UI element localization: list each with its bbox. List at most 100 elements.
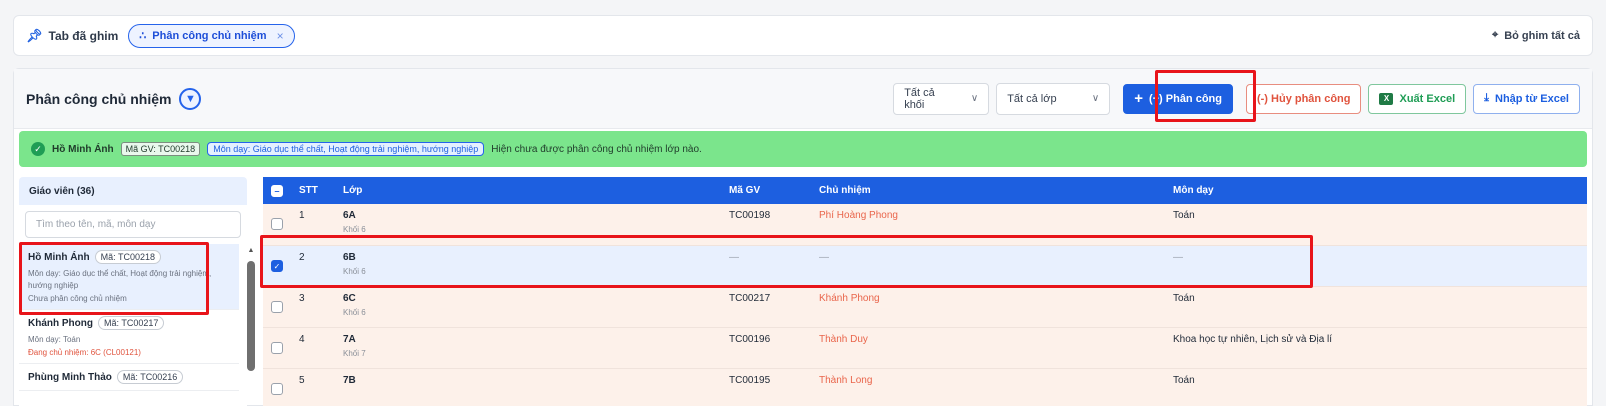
teacher-subjects: Môn dạy: Giáo dục thể chất, Hoạt động tr…	[28, 269, 212, 290]
import-excel-label: Nhập từ Excel	[1495, 92, 1569, 105]
teacher-status: Chưa phân công chủ nhiệm	[28, 294, 127, 303]
teacher-name: Khánh Phong	[28, 317, 93, 329]
assign-button[interactable]: + (+) Phân công	[1123, 83, 1233, 114]
cancel-assign-label: (-) Hủy phân công	[1256, 92, 1351, 105]
grade-select-value: Tất cả khối	[904, 86, 935, 111]
column-header-subject: Môn dạy	[1173, 185, 1214, 196]
column-header-teacher-code: Mã GV	[729, 185, 761, 196]
teacher-search-box[interactable]	[25, 211, 241, 238]
row-teacher-code: TC00196	[721, 327, 811, 369]
selected-teacher-banner: ✓ Hồ Minh Ánh Mã GV: TC00218 Môn dạy: Gi…	[19, 131, 1587, 167]
row-stt: 3	[291, 286, 335, 328]
import-excel-button[interactable]: ⤓ Nhập từ Excel	[1473, 83, 1580, 114]
banner-teacher-subjects: Môn dạy: Giáo dục thể chất, Hoạt động tr…	[207, 142, 485, 156]
table-row[interactable]: 5 7B TC00195 Thành Long Toán	[263, 368, 1587, 406]
row-checkbox[interactable]	[271, 218, 283, 230]
assign-button-label: (+) Phân công	[1148, 92, 1222, 105]
row-checkbox[interactable]	[271, 382, 283, 395]
banner-teacher-code: Mã GV: TC00218	[120, 142, 201, 156]
row-teacher-code: TC00198	[721, 204, 811, 246]
pinned-tabs-text: Tab đã ghim	[48, 28, 119, 43]
teacher-name-row: Phùng Minh Thảo Mã: TC00216	[28, 370, 230, 384]
row-subject: Toán	[1165, 368, 1587, 406]
row-homeroom: Thành Long	[811, 368, 1165, 406]
row-homeroom: Phí Hoàng Phong	[811, 204, 1165, 246]
export-excel-label: Xuất Excel	[1399, 92, 1456, 105]
plus-icon: +	[1134, 90, 1143, 107]
class-name: 6A	[343, 210, 356, 221]
grade-select[interactable]: Tất cả khối ∨	[893, 82, 990, 115]
table-header-row: – STT Lớp Mã GV Chủ nhiệm Môn dạy	[263, 177, 1587, 204]
teacher-item-khanh-phong[interactable]: Khánh Phong Mã: TC00217 Môn dạy: Toán Đa…	[19, 310, 239, 364]
pin-icon: ▼	[185, 92, 196, 105]
cancel-assign-button[interactable]: (-) Hủy phân công	[1245, 83, 1362, 114]
row-teacher-code: TC00195	[721, 368, 811, 406]
scroll-thumb[interactable]	[247, 261, 255, 371]
unpin-all-button[interactable]: ⌖ Bỏ ghim tất cả	[1492, 29, 1580, 42]
teacher-subjects: Môn dạy: Toán	[28, 335, 81, 344]
export-excel-button[interactable]: X Xuất Excel	[1368, 83, 1467, 114]
teacher-list-panel: Giáo viên (36) Hồ Minh Ánh Mã: TC00218 M…	[19, 177, 255, 406]
teacher-search-input[interactable]	[36, 219, 230, 230]
class-name: 7B	[343, 374, 356, 386]
teacher-status: Đang chủ nhiệm: 6C (CL00121)	[28, 348, 141, 357]
excel-icon: X	[1379, 92, 1394, 105]
class-grade: Khối 6	[343, 307, 366, 317]
pin-page-button[interactable]: ▼	[179, 87, 202, 110]
row-checkbox[interactable]	[271, 341, 283, 354]
page-title: Phân công chủ nhiệm	[26, 90, 172, 107]
row-homeroom: Khánh Phong	[811, 286, 1165, 328]
class-select[interactable]: Tất cả lớp ∨	[996, 82, 1111, 115]
row-subject: Khoa học tự nhiên, Lịch sử và Địa lí	[1165, 327, 1587, 369]
banner-message: Hiện chưa được phân công chủ nhiệm lớp n…	[491, 143, 702, 155]
class-table-container: – STT Lớp Mã GV Chủ nhiệm Môn dạy 1 6A Kh…	[263, 177, 1587, 406]
row-class-cell: 7B	[335, 368, 721, 406]
teacher-item-phung-minh-thao[interactable]: Phùng Minh Thảo Mã: TC00216	[19, 364, 239, 391]
close-icon[interactable]: ×	[277, 29, 284, 43]
row-stt: 1	[291, 204, 335, 246]
page-header: Phân công chủ nhiệm ▼ Tất cả khối ∨ Tất …	[14, 69, 1592, 129]
unpin-icon: ⌖	[1492, 29, 1499, 41]
teacher-name: Phùng Minh Thảo	[28, 371, 112, 383]
column-header-stt: STT	[299, 185, 318, 196]
select-all-checkbox[interactable]: –	[271, 184, 283, 197]
row-homeroom: Thành Duy	[811, 327, 1165, 369]
teacher-item-ho-minh-anh[interactable]: Hồ Minh Ánh Mã: TC00218 Môn dạy: Giáo dụ…	[19, 244, 239, 310]
row-subject: Toán	[1165, 204, 1587, 246]
select-all-cell[interactable]: –	[263, 177, 291, 204]
row-subject: Toán	[1165, 286, 1587, 328]
class-grade: Khối 6	[343, 266, 366, 276]
check-circle-icon: ✓	[31, 142, 45, 156]
column-header-class: Lớp	[343, 185, 363, 196]
row-class-cell: 6C Khối 6	[335, 286, 721, 328]
org-chart-icon: ∴	[139, 30, 147, 42]
row-checkbox[interactable]	[271, 300, 283, 313]
pinned-tabs-label: 📌︎ Tab đã ghim	[26, 28, 118, 44]
row-checkbox[interactable]: ✓	[271, 259, 283, 272]
teacher-name-row: Hồ Minh Ánh Mã: TC00218	[28, 250, 230, 264]
teacher-name-row: Khánh Phong Mã: TC00217	[28, 316, 230, 330]
teacher-code: Mã: TC00218	[94, 250, 162, 264]
class-name: 6C	[343, 292, 356, 304]
row-stt: 4	[291, 327, 335, 369]
table-row[interactable]: 1 6A Khối 6 TC00198 Phí Hoàng Phong Toán	[263, 204, 1587, 246]
teacher-list-header: Giáo viên (36)	[19, 177, 247, 205]
row-class-cell: 6A Khối 6	[335, 204, 721, 246]
chevron-down-icon: ∨	[970, 93, 979, 104]
table-row[interactable]: ✓ 2 6B Khối 6 — — —	[263, 245, 1587, 287]
pinned-tab-bar: 📌︎ Tab đã ghim ∴ Phân công chủ nhiệm × ⌖…	[13, 15, 1593, 56]
teacher-code: Mã: TC00216	[116, 370, 184, 384]
tab-label: Phân công chủ nhiệm	[152, 29, 267, 42]
tab-phan-cong-chu-nhiem[interactable]: ∴ Phân công chủ nhiệm ×	[128, 23, 295, 48]
row-subject: —	[1165, 245, 1587, 287]
download-icon: ⤓	[1484, 92, 1489, 104]
class-name: 7A	[343, 333, 356, 345]
teacher-list-scrollbar[interactable]: ▲	[247, 247, 255, 406]
row-class-cell: 7A Khối 7	[335, 327, 721, 369]
scroll-up-arrow-icon[interactable]: ▲	[247, 247, 255, 255]
row-teacher-code: TC00217	[721, 286, 811, 328]
row-stt: 2	[291, 245, 335, 287]
table-row[interactable]: 3 6C Khối 6 TC00217 Khánh Phong Toán	[263, 286, 1587, 328]
table-row[interactable]: 4 7A Khối 7 TC00196 Thành Duy Khoa học tự…	[263, 327, 1587, 369]
toolbar: Tất cả khối ∨ Tất cả lớp ∨ + (+) Phân cô…	[893, 82, 1580, 115]
